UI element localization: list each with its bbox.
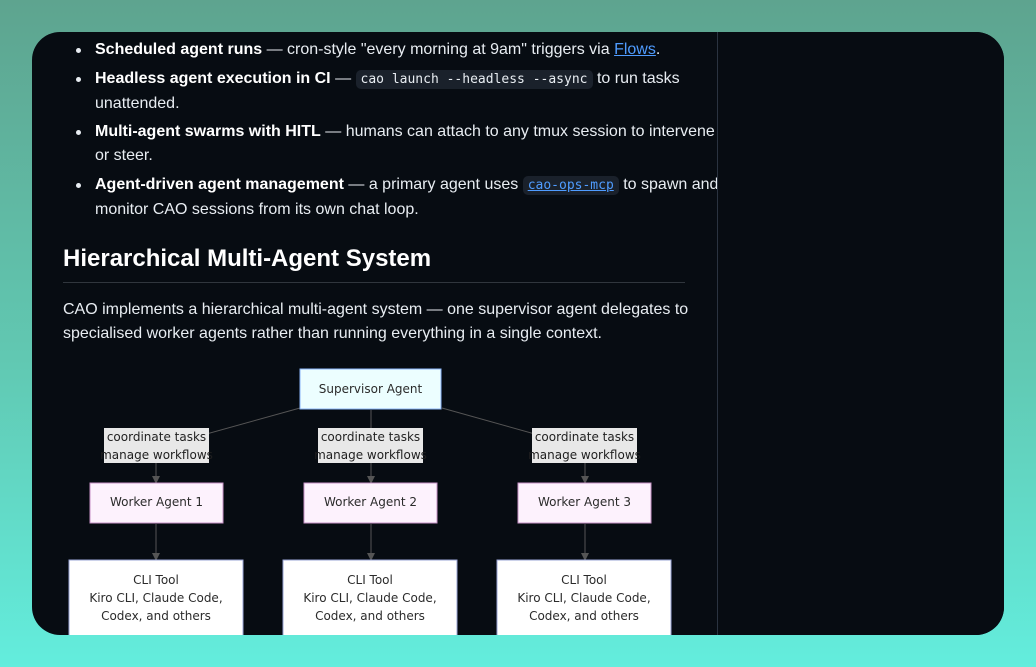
tool-node-2: CLI Tool Kiro CLI, Claude Code, Codex, a… [282, 559, 458, 635]
worker-node-2: Worker Agent 2 [303, 482, 438, 524]
doc-content: Scheduled agent runs — cron-style "every… [32, 32, 717, 635]
tool-line-3: Codex, and others [101, 609, 211, 623]
right-pane [718, 32, 1004, 635]
edge-label-line-1: coordinate tasks [535, 430, 634, 444]
worker-node-3: Worker Agent 3 [517, 482, 652, 524]
hierarchy-diagram: Supervisor Agent coordinate tasks manage… [68, 368, 672, 635]
tool-line-3: Codex, and others [315, 609, 425, 623]
edge-label-line-2: manage workflows [314, 448, 427, 462]
tool-line-1: CLI Tool [561, 573, 607, 587]
edge-label-line-1: coordinate tasks [321, 430, 420, 444]
app-window: Scheduled agent runs — cron-style "every… [32, 32, 1004, 635]
tool-line-2: Kiro CLI, Claude Code, [517, 591, 650, 605]
tool-line-2: Kiro CLI, Claude Code, [89, 591, 222, 605]
worker-node-1: Worker Agent 1 [89, 482, 224, 524]
edge-label-line-2: manage workflows [528, 448, 641, 462]
worker-label: Worker Agent 2 [324, 495, 417, 509]
tool-line-1: CLI Tool [347, 573, 393, 587]
tool-line-1: CLI Tool [133, 573, 179, 587]
edge-label-2: coordinate tasks manage workflows [314, 428, 427, 463]
worker-label: Worker Agent 1 [110, 495, 203, 509]
worker-label: Worker Agent 3 [538, 495, 631, 509]
supervisor-node: Supervisor Agent [299, 368, 442, 410]
edge-label-line-1: coordinate tasks [107, 430, 206, 444]
supervisor-label: Supervisor Agent [319, 382, 423, 396]
edge-label-1: coordinate tasks manage workflows [100, 428, 213, 463]
tool-node-3: CLI Tool Kiro CLI, Claude Code, Codex, a… [496, 559, 672, 635]
edge-label-3: coordinate tasks manage workflows [528, 428, 641, 463]
tool-node-1: CLI Tool Kiro CLI, Claude Code, Codex, a… [68, 559, 244, 635]
edge-label-line-2: manage workflows [100, 448, 213, 462]
tool-line-3: Codex, and others [529, 609, 639, 623]
tool-line-2: Kiro CLI, Claude Code, [303, 591, 436, 605]
